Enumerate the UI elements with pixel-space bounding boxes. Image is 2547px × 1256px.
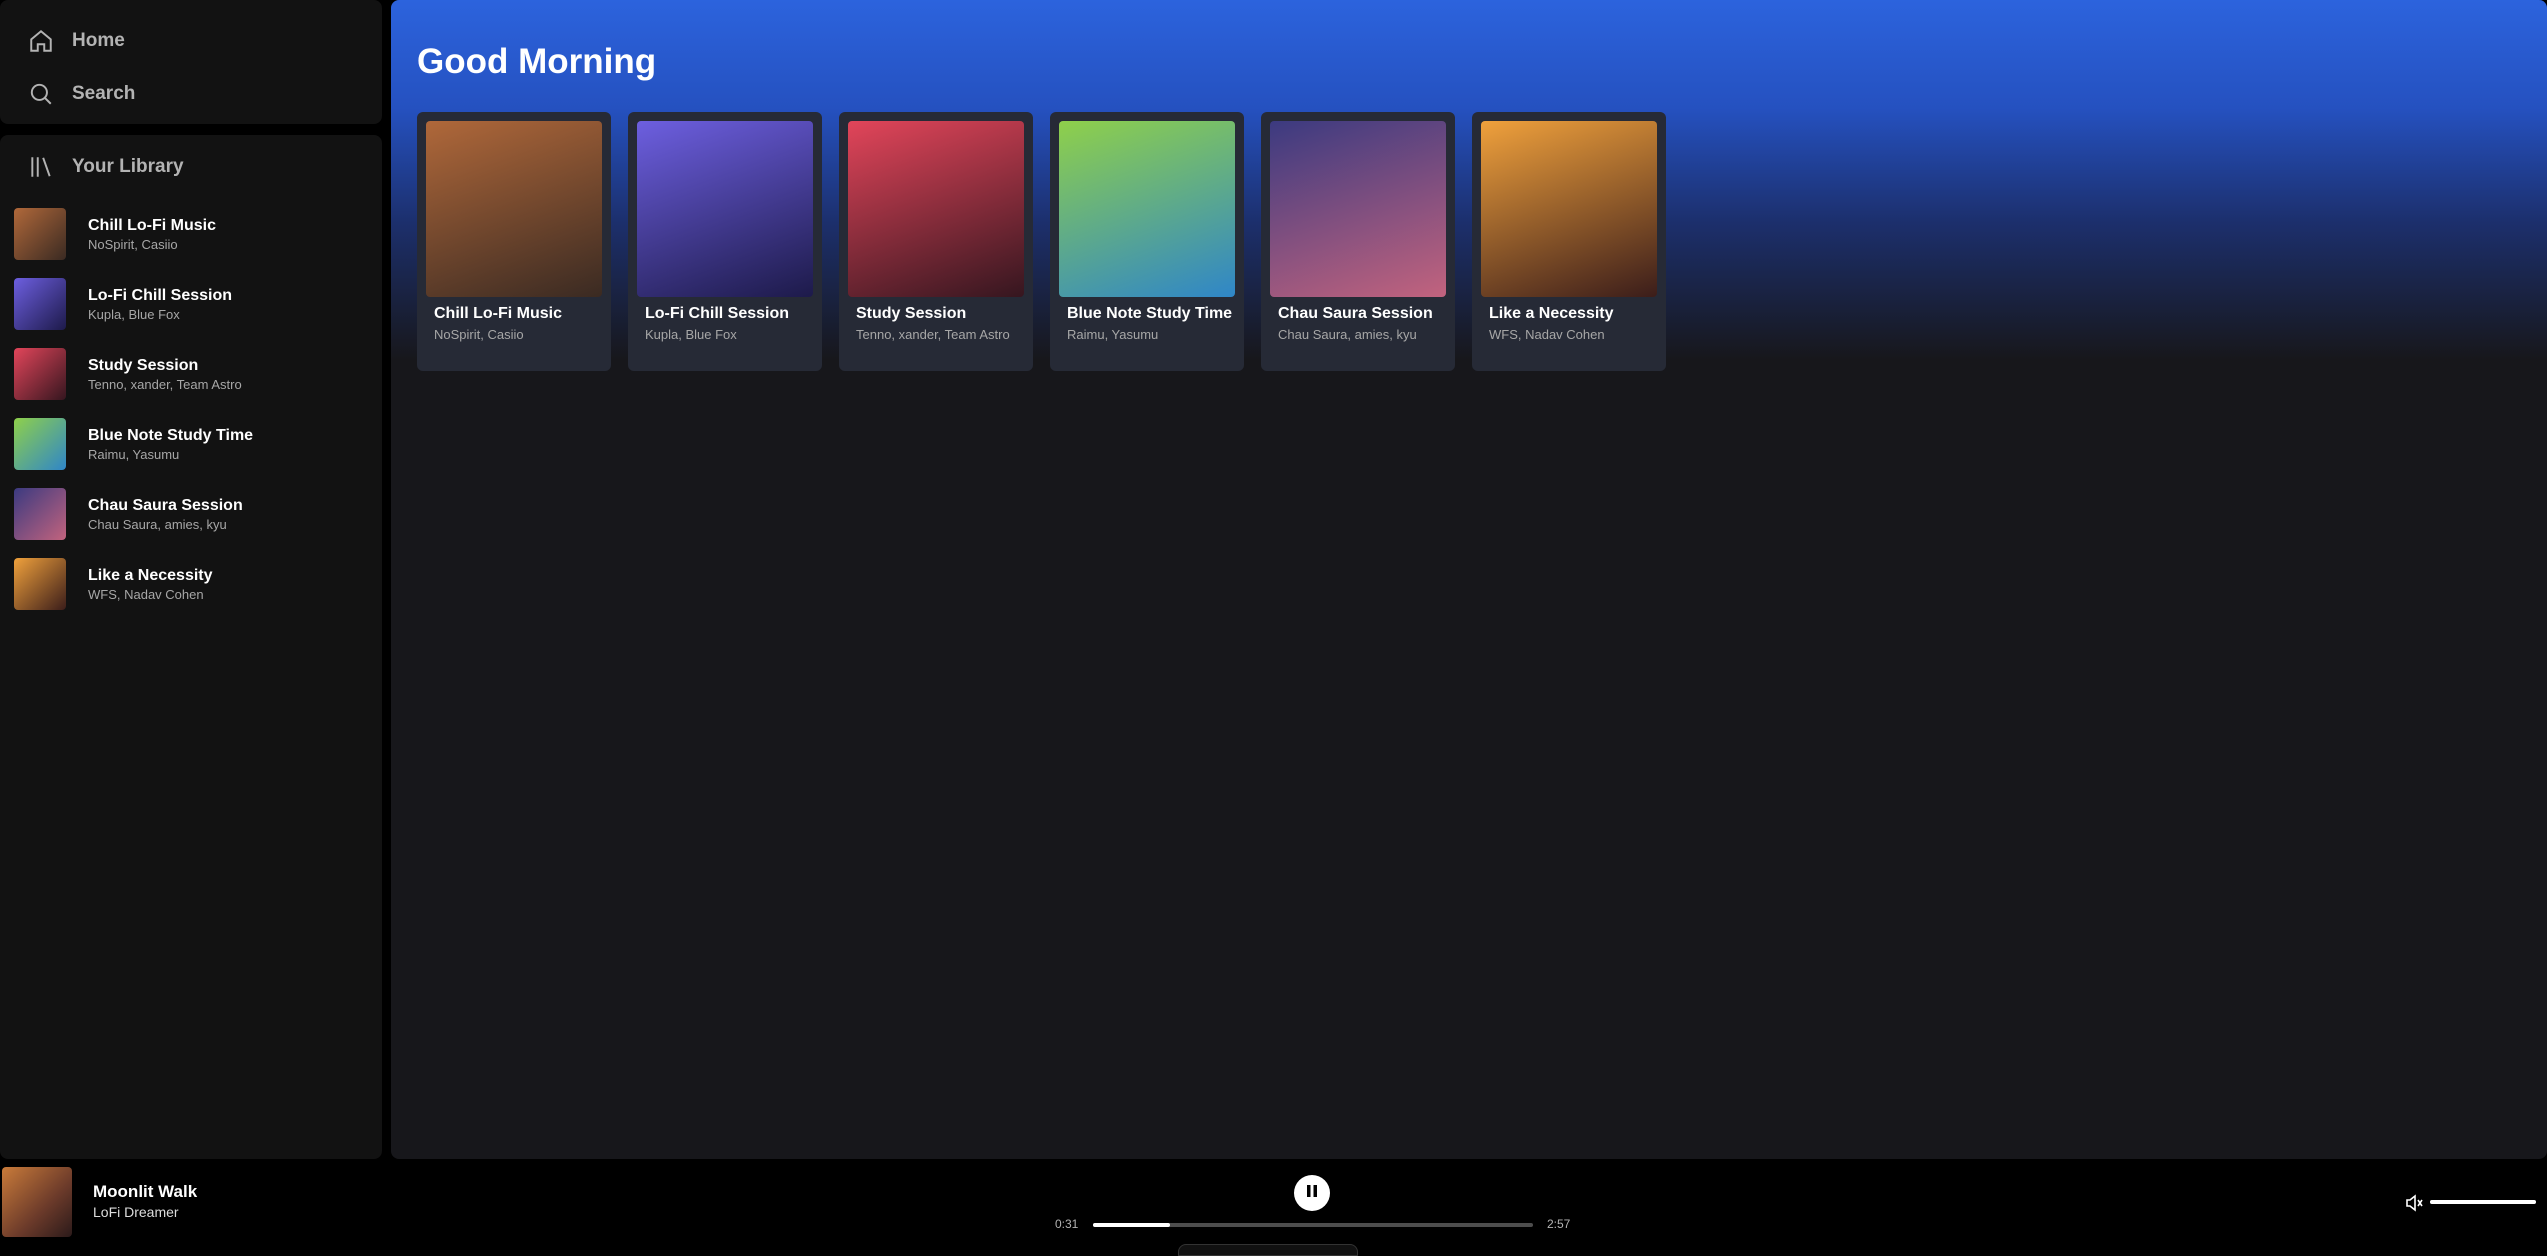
library-item-title: Lo-Fi Chill Session — [88, 286, 233, 304]
library-item[interactable]: Study Session Tenno, xander, Team Astro — [0, 339, 382, 409]
library-item-text: Like a Necessity WFS, Nadav Cohen — [88, 566, 213, 603]
playlist-card-cover — [848, 121, 1024, 297]
playlist-card-cover — [1059, 121, 1235, 297]
library-item-cover — [14, 348, 66, 400]
library-item[interactable]: Chau Saura Session Chau Saura, amies, kyu — [0, 479, 382, 549]
time-elapsed: 0:31 — [1055, 1217, 1079, 1231]
library-item[interactable]: Chill Lo-Fi Music NoSpirit, Casiio — [0, 199, 382, 269]
library-item-artists: NoSpirit, Casiio — [88, 236, 178, 252]
playlist-card-cover — [637, 121, 813, 297]
sidebar-nav: Home Search — [0, 0, 382, 124]
library-item-title: Study Session — [88, 356, 199, 374]
playlist-card-artists: Tenno, xander, Team Astro — [856, 327, 1010, 342]
nav-search[interactable]: Search — [0, 67, 382, 120]
library-item-artists: Raimu, Yasumu — [88, 446, 180, 462]
library-title: Your Library — [72, 156, 184, 177]
library-item-title: Chill Lo-Fi Music — [88, 216, 216, 234]
now-playing-artist[interactable]: LoFi Dreamer — [93, 1204, 179, 1220]
library-item-cover — [14, 278, 66, 330]
page-title: Good Morning — [417, 42, 657, 81]
library-item[interactable]: Like a Necessity WFS, Nadav Cohen — [0, 549, 382, 619]
bottom-handle[interactable] — [1178, 1244, 1358, 1256]
home-icon — [26, 26, 56, 56]
speaker-icon[interactable] — [2404, 1193, 2424, 1213]
playlist-card-cover — [426, 121, 602, 297]
library-item-cover — [14, 208, 66, 260]
main-content: Good Morning Chill Lo-Fi Music NoSpirit, … — [391, 0, 2547, 1159]
library-list: Chill Lo-Fi Music NoSpirit, Casiio Lo-Fi C… — [0, 199, 382, 619]
progress-bar[interactable] — [1093, 1223, 1533, 1227]
library-item-artists: Tenno, xander, Team Astro — [88, 376, 242, 392]
playlist-card[interactable]: Chill Lo-Fi Music NoSpirit, Casiio — [417, 112, 611, 371]
playlist-card[interactable]: Like a Necessity WFS, Nadav Cohen — [1472, 112, 1666, 371]
pause-icon — [1304, 1183, 1320, 1204]
nav-search-label: Search — [72, 82, 136, 104]
library-item-title: Chau Saura Session — [88, 496, 243, 514]
playlist-card-artists: Kupla, Blue Fox — [645, 327, 737, 342]
library-item[interactable]: Lo-Fi Chill Session Kupla, Blue Fox — [0, 269, 382, 339]
playlist-card[interactable]: Blue Note Study Time Raimu, Yasumu — [1050, 112, 1244, 371]
library-item-title: Blue Note Study Time — [88, 426, 254, 444]
library-item-title: Like a Necessity — [88, 566, 213, 584]
library-item-cover — [14, 418, 66, 470]
library-item-text: Lo-Fi Chill Session Kupla, Blue Fox — [88, 286, 232, 323]
playlist-card-artists: Raimu, Yasumu — [1067, 327, 1159, 342]
playlist-card-artists: WFS, Nadav Cohen — [1489, 327, 1605, 342]
library-item-text: Blue Note Study Time Raimu, Yasumu — [88, 426, 253, 463]
playlist-card-title: Chau Saura Session — [1278, 305, 1433, 322]
library-item-text: Study Session Tenno, xander, Team Astro — [88, 356, 242, 393]
playlist-card-title: Lo-Fi Chill Session — [645, 305, 790, 322]
playlist-card[interactable]: Chau Saura Session Chau Saura, amies, kyu — [1261, 112, 1455, 371]
library-header[interactable]: Your Library — [0, 135, 382, 199]
time-total: 2:57 — [1547, 1217, 1571, 1231]
playlist-card-cover — [1270, 121, 1446, 297]
library-item-text: Chau Saura Session Chau Saura, amies, kyu — [88, 496, 243, 533]
library-item-cover — [14, 488, 66, 540]
pause-button[interactable] — [1294, 1175, 1330, 1211]
library-item-artists: Chau Saura, amies, kyu — [88, 516, 227, 532]
library-item-text: Chill Lo-Fi Music NoSpirit, Casiio — [88, 216, 216, 253]
playlist-card-artists: Chau Saura, amies, kyu — [1278, 327, 1417, 342]
playlist-card-title: Blue Note Study Time — [1067, 305, 1233, 322]
playlist-cards: Chill Lo-Fi Music NoSpirit, Casiio Lo-Fi C… — [417, 112, 1666, 371]
library-item-artists: WFS, Nadav Cohen — [88, 586, 204, 602]
playlist-card-artists: NoSpirit, Casiio — [434, 327, 524, 342]
search-icon — [26, 79, 56, 109]
volume-fill — [2430, 1200, 2536, 1204]
library-panel: Your Library Chill Lo-Fi Music NoSpirit, … — [0, 135, 382, 1159]
playlist-card-title: Chill Lo-Fi Music — [434, 305, 562, 322]
library-icon — [26, 152, 56, 182]
progress-fill — [1093, 1223, 1170, 1227]
volume-slider[interactable] — [2430, 1200, 2536, 1204]
nav-home[interactable]: Home — [0, 14, 382, 67]
library-item-cover — [14, 558, 66, 610]
nav-home-label: Home — [72, 29, 125, 51]
player-bar: Moonlit Walk LoFi Dreamer 0:31 2:57 — [0, 1162, 2547, 1256]
now-playing-title[interactable]: Moonlit Walk — [93, 1182, 197, 1202]
playlist-card-cover — [1481, 121, 1657, 297]
library-item[interactable]: Blue Note Study Time Raimu, Yasumu — [0, 409, 382, 479]
playlist-card[interactable]: Study Session Tenno, xander, Team Astro — [839, 112, 1033, 371]
now-playing-cover[interactable] — [2, 1167, 72, 1237]
playlist-card-title: Like a Necessity — [1489, 305, 1614, 322]
playlist-card-title: Study Session — [856, 305, 967, 322]
library-item-artists: Kupla, Blue Fox — [88, 306, 180, 322]
playlist-card[interactable]: Lo-Fi Chill Session Kupla, Blue Fox — [628, 112, 822, 371]
